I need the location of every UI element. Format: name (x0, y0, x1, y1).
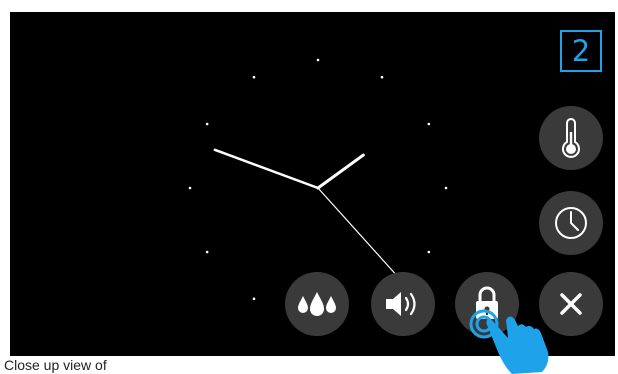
thermometer-icon (562, 118, 580, 158)
volume-button[interactable] (371, 272, 435, 336)
second-hand (317, 187, 405, 284)
hour-hand (316, 153, 365, 190)
hour-marker (205, 122, 209, 126)
hour-marker (316, 58, 320, 62)
hour-marker (444, 186, 448, 190)
hour-marker (252, 297, 256, 301)
clock-button[interactable] (539, 191, 603, 255)
minute-hand (213, 148, 320, 190)
tapping-hand-cursor-icon (469, 309, 549, 374)
hour-marker (252, 75, 256, 79)
hour-marker (427, 250, 431, 254)
hour-marker (205, 250, 209, 254)
water-button[interactable] (285, 272, 349, 336)
caption-text: Close up view of (4, 357, 107, 373)
hour-marker (188, 186, 192, 190)
speaker-icon (386, 292, 416, 316)
temperature-button[interactable] (539, 106, 603, 170)
close-x-icon (560, 293, 582, 315)
water-drops-icon (298, 292, 336, 316)
page-indicator-badge[interactable]: 2 (560, 30, 602, 72)
hour-marker (427, 122, 431, 126)
clock-icon (555, 207, 587, 239)
hour-marker (380, 75, 384, 79)
